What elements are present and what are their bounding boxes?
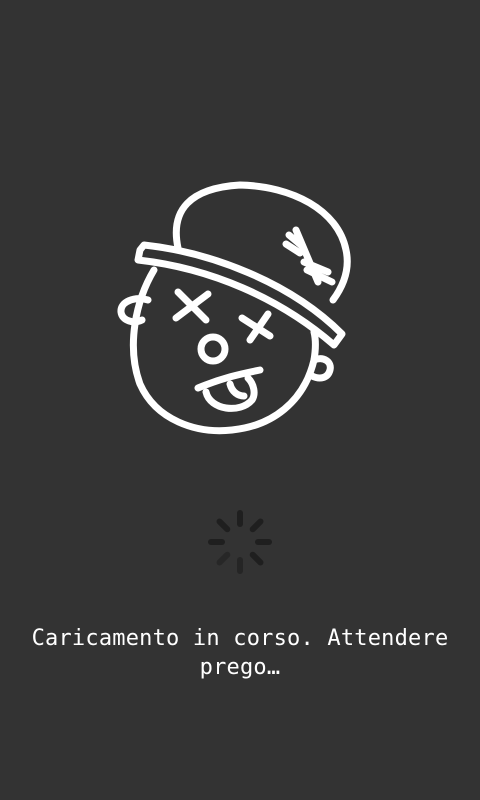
- nose: [197, 333, 229, 365]
- loading-message: Caricamento in corso. Attendere prego…: [31, 626, 449, 680]
- cap-patch: [282, 226, 336, 286]
- cap-crown: [172, 181, 351, 304]
- loading-spinner-icon: [208, 510, 272, 574]
- left-x-eye: [172, 288, 212, 324]
- right-x-eye: [238, 310, 274, 344]
- knocked-out-face-with-cap-icon: [117, 181, 351, 435]
